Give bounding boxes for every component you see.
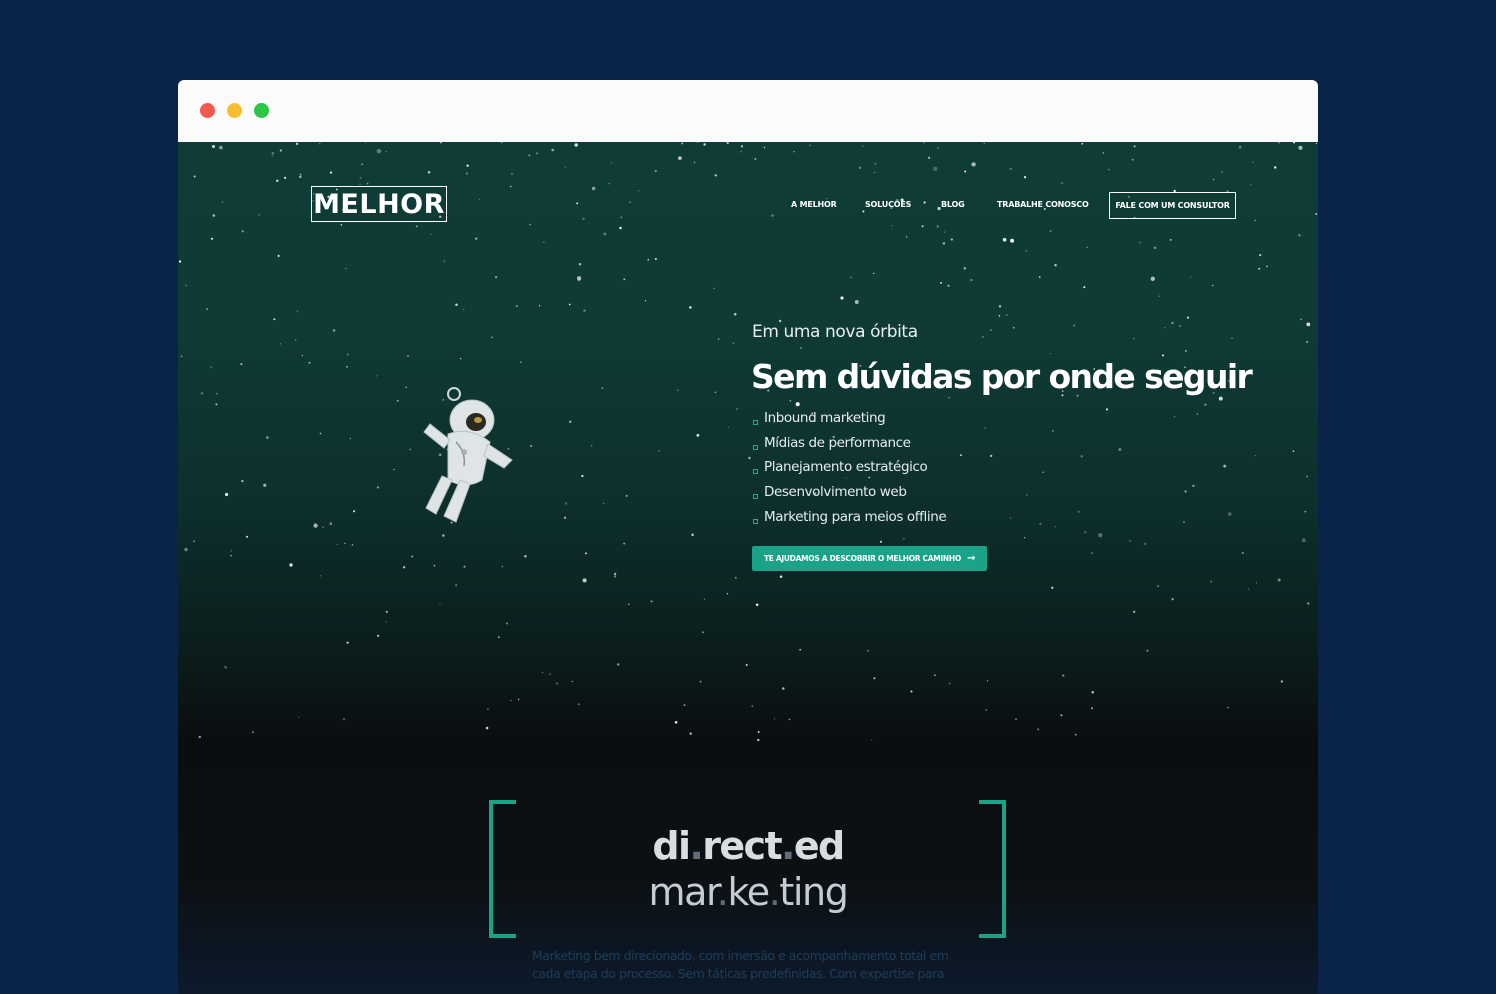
nav-link-blog[interactable]: BLOG — [941, 200, 965, 209]
service-item: Marketing para meios offline — [752, 507, 947, 532]
maximize-window-button[interactable] — [254, 103, 269, 118]
square-bullet-icon — [753, 469, 758, 475]
right-bracket-decoration — [979, 800, 1006, 938]
service-label: Marketing para meios offline — [764, 508, 947, 525]
nav-link-a-melhor[interactable]: A MELHOR — [791, 200, 837, 209]
square-bullet-icon — [753, 518, 758, 524]
wordmark-part: di — [652, 824, 691, 868]
service-label: Planejamento estratégico — [764, 459, 928, 476]
hero-eyebrow: Em uma nova órbita — [752, 322, 918, 342]
nav-link-solucoes[interactable]: SOLUÇÕES — [865, 200, 911, 209]
astronaut-illustration — [423, 387, 513, 523]
wordmark-dot: . — [716, 870, 729, 914]
wordmark-part: ting — [779, 870, 848, 914]
service-label: Desenvolvimento web — [764, 484, 907, 501]
wordmark-part: mar — [648, 870, 719, 914]
service-label: Inbound marketing — [764, 410, 886, 426]
service-label: Mídias de performance — [764, 434, 911, 451]
window-titlebar — [178, 80, 1318, 143]
wordmark-dot: . — [689, 824, 703, 868]
nav-link-trabalhe-conosco[interactable]: TRABALHE CONOSCO — [997, 200, 1089, 209]
wordmark-dot: . — [781, 824, 795, 868]
fale-com-consultor-button[interactable]: FALE COM UM CONSULTOR — [1109, 192, 1236, 219]
minimize-window-button[interactable] — [227, 103, 242, 118]
hero-headline: Sem dúvidas por onde seguir — [751, 357, 1253, 396]
service-item: Planejamento estratégico — [752, 457, 946, 482]
intro-paragraph: Marketing bem direcionado, com imersão e… — [532, 948, 949, 981]
service-item: Desenvolvimento web — [752, 482, 946, 507]
wordmark-dot: . — [768, 870, 781, 914]
descobrir-caminho-button[interactable]: TE AJUDAMOS A DESCOBRIR O MELHOR CAMINHO… — [752, 546, 987, 571]
left-bracket-decoration — [489, 800, 516, 938]
cta-label: TE AJUDAMOS A DESCOBRIR O MELHOR CAMINHO — [763, 554, 961, 563]
browser-window: MELHOR A MELHOR SOLUÇÕES BLOG TRABALHE C… — [178, 80, 1318, 994]
brand-wordmark-marketing: mar.ke.ting — [178, 870, 1318, 914]
close-window-button[interactable] — [200, 103, 215, 118]
hero-section: MELHOR A MELHOR SOLUÇÕES BLOG TRABALHE C… — [178, 142, 1318, 994]
arrow-right-icon: → — [966, 553, 976, 564]
square-bullet-icon — [753, 494, 758, 500]
brand-wordmark-directed: di.rect.ed — [178, 824, 1318, 868]
wordmark-part: ke — [727, 870, 770, 914]
service-item: Mídias de performance — [752, 433, 946, 458]
service-item: Inbound marketing — [752, 408, 946, 433]
services-list: Inbound marketing Mídias de performance … — [752, 408, 947, 532]
wordmark-part: rect — [702, 824, 782, 868]
square-bullet-icon — [753, 444, 758, 450]
wordmark-part: ed — [793, 824, 845, 868]
square-bullet-icon — [753, 420, 758, 425]
